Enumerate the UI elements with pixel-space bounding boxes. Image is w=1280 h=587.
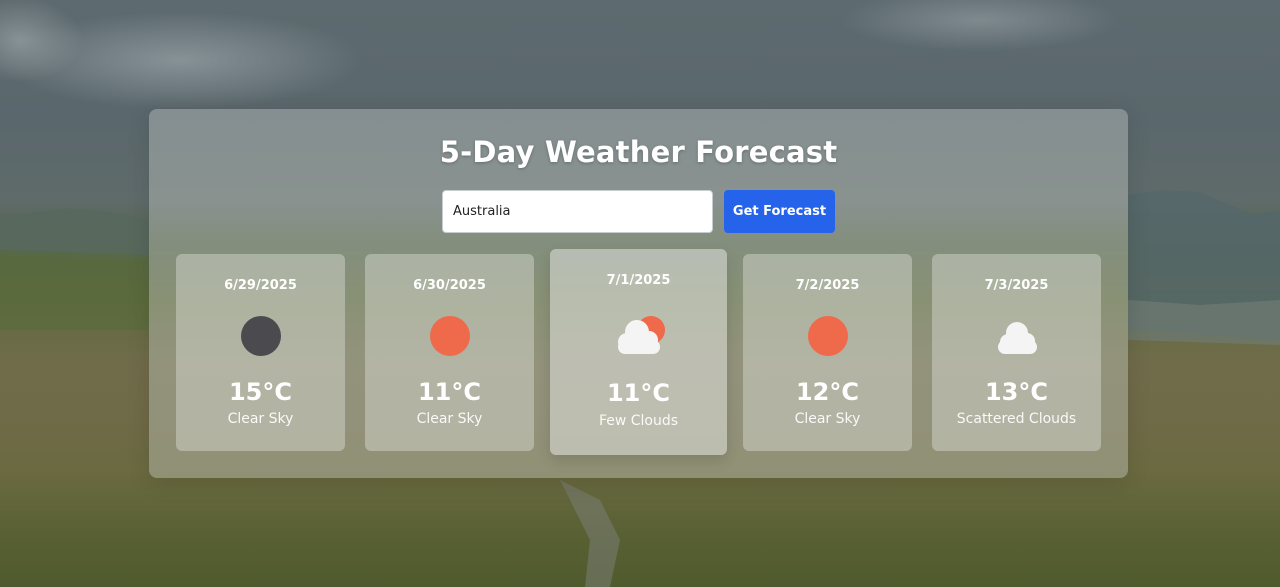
cloud-icon [997,322,1037,354]
sun-icon [807,316,848,356]
forecast-card: 6/29/2025 15°C Clear Sky [176,254,345,451]
dark-sun-icon [240,316,281,356]
forecast-temperature: 11°C [606,379,670,407]
forecast-description: Clear Sky [416,411,483,427]
forecast-card: 7/2/2025 12°C Clear Sky [743,254,912,451]
forecast-card: 6/30/2025 11°C Clear Sky [365,254,534,451]
forecast-date: 7/3/2025 [984,278,1049,293]
forecast-card: 7/1/2025 11°C Few Clouds [550,249,727,455]
forecast-date: 7/1/2025 [606,273,671,288]
forecast-temperature: 12°C [795,378,859,406]
forecast-description: Clear Sky [794,411,861,427]
forecast-date: 6/30/2025 [413,278,486,293]
forecast-temperature: 11°C [417,378,481,406]
forecast-date: 7/2/2025 [795,278,860,293]
get-forecast-button[interactable]: Get Forecast [724,190,835,233]
sun-behind-cloud-icon [617,316,665,354]
forecast-description: Few Clouds [598,413,679,429]
forecast-description: Scattered Clouds [956,411,1077,427]
forecast-card: 7/3/2025 13°C Scattered Clouds [932,254,1101,451]
forecast-temperature: 15°C [228,378,292,406]
forecast-date: 6/29/2025 [224,278,297,293]
forecast-temperature: 13°C [984,378,1048,406]
location-search-input[interactable] [442,190,713,233]
forecast-description: Clear Sky [227,411,294,427]
sun-icon [429,316,470,356]
page-title: 5-Day Weather Forecast [439,135,838,169]
forecast-panel: 5-Day Weather Forecast Get Forecast 6/29… [149,109,1128,478]
